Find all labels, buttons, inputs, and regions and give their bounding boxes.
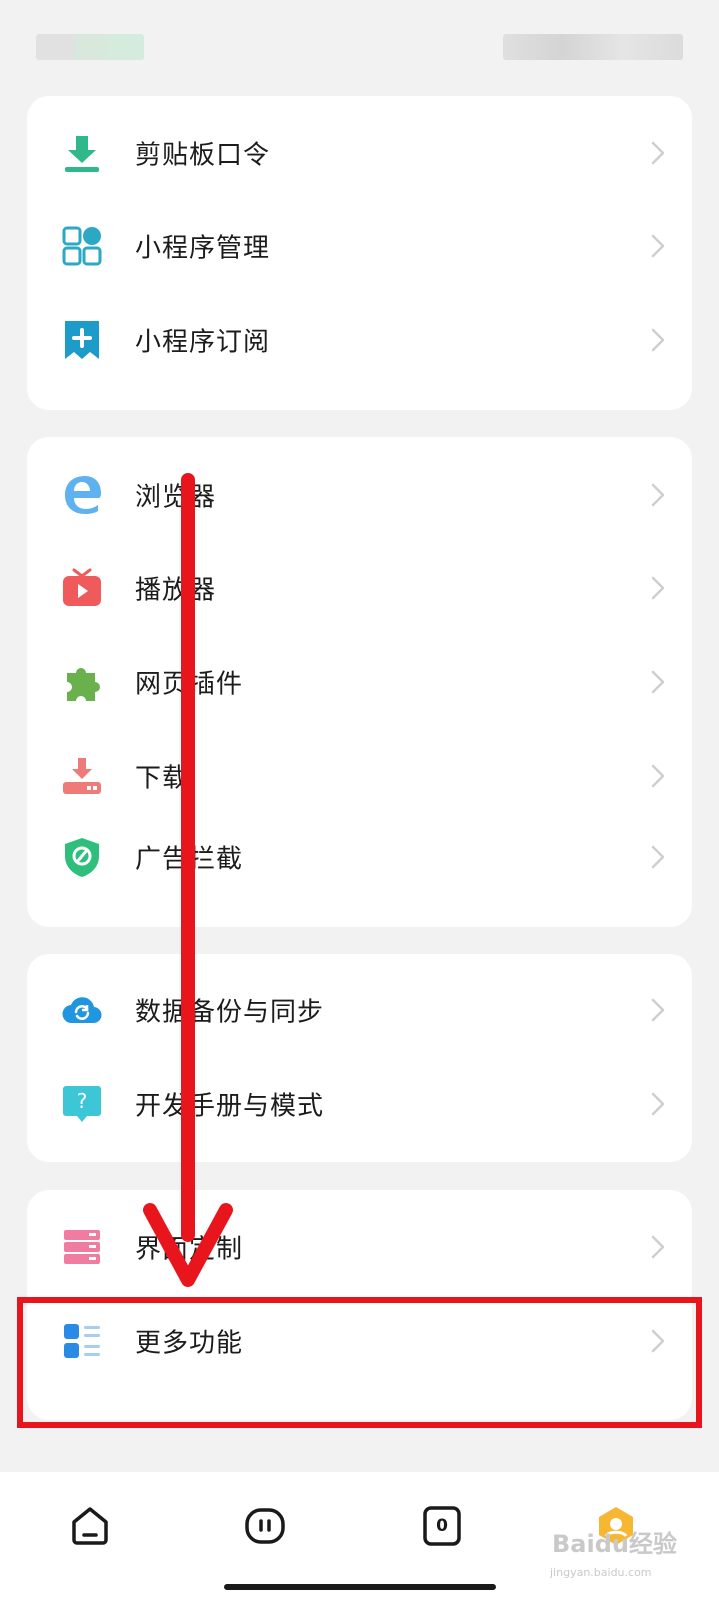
watermark-brand: Baidu经验 [552,1530,677,1558]
menu-item-mini-program-subscribe[interactable]: 小程序订阅 [27,300,692,380]
menu-item-ui-customize[interactable]: 界面定制 [27,1207,692,1287]
menu-item-label: 网页插件 [135,669,244,700]
tv-play-icon [63,568,101,606]
chevron-right-icon [651,234,665,258]
download-icon [65,136,99,172]
svg-text:?: ? [77,1089,88,1113]
browser-e-icon [65,476,101,514]
status-blur-right [503,34,683,60]
face-tab-icon[interactable] [243,1504,287,1548]
list-more-icon [64,1324,100,1358]
chevron-right-icon [651,998,665,1022]
chevron-right-icon [651,483,665,507]
menu-item-label: 下载 [135,763,190,794]
chevron-right-icon [651,141,665,165]
status-bar [0,0,719,68]
menu-item-label: 小程序管理 [135,233,271,264]
grid-apps-icon [62,226,102,266]
menu-item-more-features[interactable]: 更多功能 [27,1301,692,1381]
shield-block-icon [65,838,99,877]
tab-count: 0 [436,1516,448,1536]
menu-item-label: 剪贴板口令 [135,140,271,171]
menu-item-ad-block[interactable]: 广告拦截 [27,817,692,897]
chevron-right-icon [651,670,665,694]
menu-item-label: 界面定制 [135,1234,244,1265]
tab-count-button[interactable]: 0 [420,1504,464,1548]
menu-item-backup-sync[interactable]: 数据备份与同步 [27,970,692,1050]
chevron-right-icon [651,1092,665,1116]
status-blur-left [36,34,144,60]
card-mini-programs: 剪贴板口令 小程序管理 小程序订阅 [27,96,692,410]
chevron-right-icon [651,328,665,352]
menu-item-label: 播放器 [135,575,217,606]
menu-item-label: 浏览器 [135,482,217,513]
chevron-right-icon [651,764,665,788]
layout-icon [64,1230,100,1264]
cloud-sync-icon [62,997,102,1024]
bookmark-plus-icon [65,321,99,359]
menu-item-download[interactable]: 下载 [27,736,692,816]
card-data: 数据备份与同步 ? 开发手册与模式 [27,954,692,1162]
help-bubble-icon: ? [63,1086,101,1122]
menu-item-label: 开发手册与模式 [135,1091,325,1122]
menu-item-label: 数据备份与同步 [135,997,325,1028]
menu-item-label: 小程序订阅 [135,327,271,358]
menu-item-label: 更多功能 [135,1328,244,1359]
chevron-right-icon [651,1235,665,1259]
chevron-right-icon [651,576,665,600]
menu-item-label: 广告拦截 [135,844,244,875]
menu-item-dev-manual[interactable]: ? 开发手册与模式 [27,1064,692,1144]
download-tray-icon [63,758,101,794]
menu-item-web-plugins[interactable]: 网页插件 [27,642,692,722]
menu-item-player[interactable]: 播放器 [27,548,692,628]
menu-item-mini-program-manage[interactable]: 小程序管理 [27,206,692,286]
menu-item-browser[interactable]: 浏览器 [27,455,692,535]
puzzle-icon [67,668,100,701]
home-indicator [224,1584,496,1590]
card-browser: 浏览器 播放器 网页插件 下载 广告拦截 [27,437,692,927]
watermark-url: jingyan.baidu.com [550,1566,652,1579]
home-icon[interactable] [68,1504,112,1548]
chevron-right-icon [651,845,665,869]
card-customize: 界面定制 更多功能 [27,1190,692,1420]
chevron-right-icon [651,1329,665,1353]
menu-item-clipboard[interactable]: 剪贴板口令 [27,113,692,193]
